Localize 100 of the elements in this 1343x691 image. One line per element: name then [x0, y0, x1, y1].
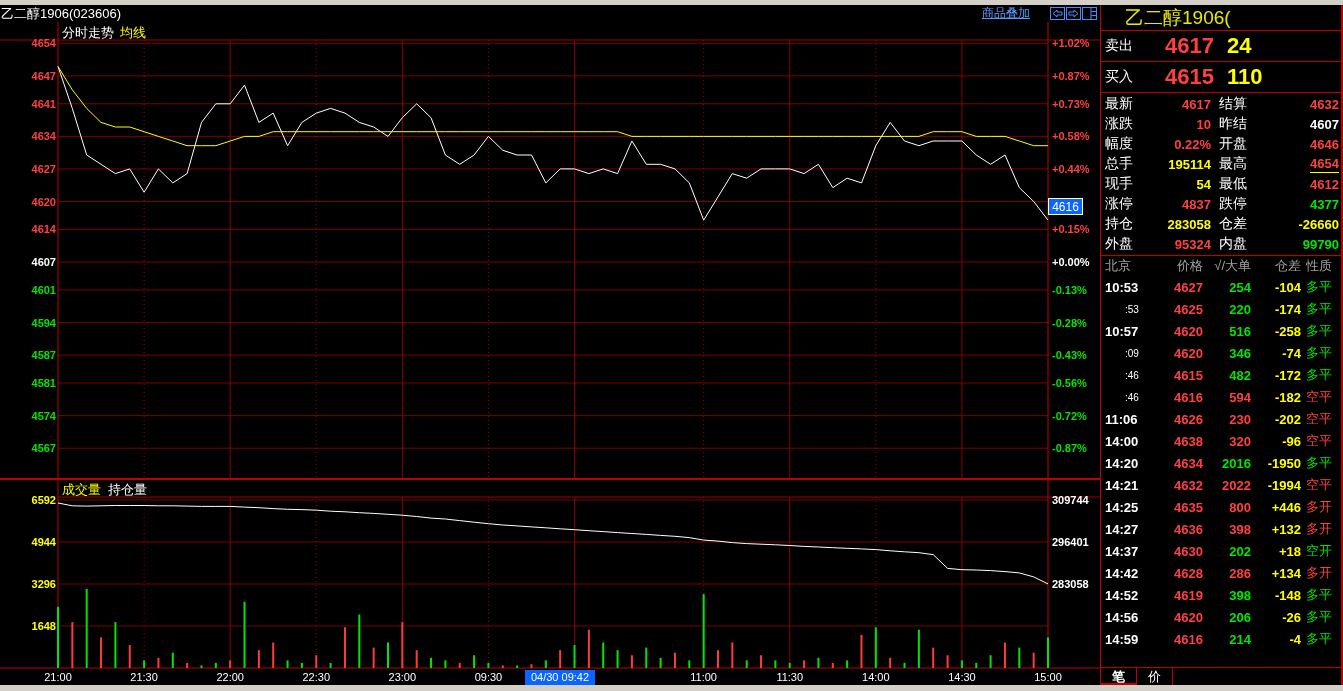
trade-price: 4620 — [1173, 345, 1203, 361]
volume-bar — [214, 662, 217, 668]
trade-volume: 516 — [1228, 323, 1251, 339]
trade-price: 4615 — [1173, 367, 1203, 383]
quote-volume: 24 — [1227, 33, 1252, 59]
stat-value: 4654 — [1310, 155, 1339, 173]
price-axis-label: 4594 — [31, 316, 56, 329]
trade-change: -202 — [1273, 411, 1301, 427]
price-axis-label: 4647 — [31, 69, 56, 82]
time-axis-label: 09:30 — [474, 671, 503, 683]
trade-type: 多开 — [1305, 520, 1333, 538]
trade-change: -96 — [1281, 433, 1301, 449]
left-arrow-icon[interactable] — [1050, 7, 1065, 20]
trade-type: 多平 — [1305, 454, 1333, 472]
trade-change: -104 — [1273, 279, 1301, 295]
trade-type: 空平 — [1305, 388, 1333, 406]
stat-value: 195114 — [1168, 156, 1211, 172]
time-axis-label: 14:30 — [948, 671, 976, 683]
trade-time: 14:42 — [1105, 565, 1140, 581]
legend-label: 分时走势 — [62, 25, 114, 40]
volume-bar — [616, 650, 619, 668]
price-axis-label: 4567 — [31, 442, 56, 455]
volume-bar — [157, 657, 160, 668]
stat-value: 4617 — [1182, 96, 1211, 112]
volume-bar — [343, 627, 346, 668]
trade-change: -74 — [1281, 345, 1301, 361]
volume-bar — [300, 662, 303, 668]
price-axis-label: 4587 — [31, 349, 56, 362]
volume-bar — [186, 662, 189, 668]
trade-time: 14:00 — [1105, 433, 1140, 449]
trade-change: -4 — [1288, 631, 1301, 647]
percent-axis-label: +0.15% — [1052, 223, 1090, 236]
volume-bar — [688, 660, 691, 668]
volume-bar — [71, 622, 74, 668]
volume-bar — [975, 662, 978, 668]
trade-volume: 2022 — [1221, 477, 1251, 493]
trade-volume: 286 — [1228, 565, 1251, 581]
trade-volume: 398 — [1228, 587, 1251, 603]
trade-time: :09 — [1124, 347, 1140, 359]
time-axis-label: 22:30 — [302, 671, 331, 683]
trade-change: -1950 — [1266, 455, 1301, 471]
trade-price: 4619 — [1173, 587, 1203, 603]
stat-label: 最高 — [1219, 155, 1248, 173]
price-axis-label: 4607 — [31, 256, 56, 269]
volume-bar — [200, 665, 203, 668]
trade-price: 4630 — [1173, 543, 1203, 559]
stat-value: 4612 — [1310, 176, 1339, 192]
volume-bar — [760, 655, 763, 668]
volume-bar — [430, 657, 433, 668]
layout-icon[interactable] — [1082, 7, 1097, 20]
trade-time: 14:27 — [1105, 521, 1140, 537]
trade-volume: 206 — [1228, 609, 1251, 625]
price-axis-label: 4627 — [31, 162, 56, 175]
time-axis-label: 22:00 — [216, 671, 244, 683]
volume-bar — [803, 660, 806, 668]
time-axis-label: 14:00 — [862, 671, 890, 683]
trade-time: 10:53 — [1105, 279, 1140, 295]
trade-type: 多平 — [1305, 630, 1333, 648]
trade-price: 4628 — [1173, 565, 1203, 581]
volume-bar — [257, 650, 260, 668]
volume-bar — [1032, 652, 1035, 668]
volume-bar — [1018, 647, 1021, 668]
volume-bar — [329, 662, 332, 668]
trade-type: 多平 — [1305, 322, 1333, 340]
right-arrow-icon[interactable] — [1066, 7, 1081, 20]
price-axis-label: 4574 — [31, 409, 56, 422]
stat-value: 10 — [1196, 116, 1211, 132]
trade-price: 4636 — [1173, 521, 1203, 537]
volume-bar — [573, 645, 576, 668]
price-axis-label: 4601 — [31, 283, 56, 296]
volume-bar — [645, 647, 648, 668]
stat-value: -26660 — [1298, 216, 1339, 232]
trade-time: 14:56 — [1105, 609, 1140, 625]
stat-label: 总手 — [1105, 155, 1134, 173]
volume-bar — [946, 655, 949, 668]
volume-bar — [846, 660, 849, 668]
stat-value: 4377 — [1310, 196, 1339, 212]
percent-axis-label: -0.56% — [1052, 377, 1087, 390]
overlay-link[interactable]: 商品叠加 — [982, 5, 1030, 22]
trade-price: 4638 — [1173, 433, 1203, 449]
percent-axis-label: -0.87% — [1052, 442, 1087, 455]
tab[interactable]: 笔 — [1101, 668, 1137, 685]
volume-bar — [630, 655, 633, 668]
trade-change: -172 — [1273, 367, 1301, 383]
trade-type: 空平 — [1305, 432, 1333, 450]
volume-bar — [128, 645, 131, 668]
stat-label: 最新 — [1105, 95, 1134, 113]
volume-bar — [286, 660, 289, 668]
volume-bar — [659, 657, 662, 668]
quote-label: 卖出 — [1104, 37, 1134, 55]
volume-bar — [989, 655, 992, 668]
stat-value: 95324 — [1174, 236, 1211, 252]
last-price-tag: 4616 — [1048, 198, 1083, 215]
trade-volume: 202 — [1228, 543, 1251, 559]
open-interest-axis-label: 309744 — [1052, 494, 1089, 506]
stat-value: 4646 — [1310, 136, 1339, 152]
percent-axis-label: +0.44% — [1052, 162, 1090, 175]
trade-change: -182 — [1273, 389, 1301, 405]
trade-type: 空开 — [1305, 542, 1333, 560]
trade-time: :46 — [1124, 369, 1140, 381]
